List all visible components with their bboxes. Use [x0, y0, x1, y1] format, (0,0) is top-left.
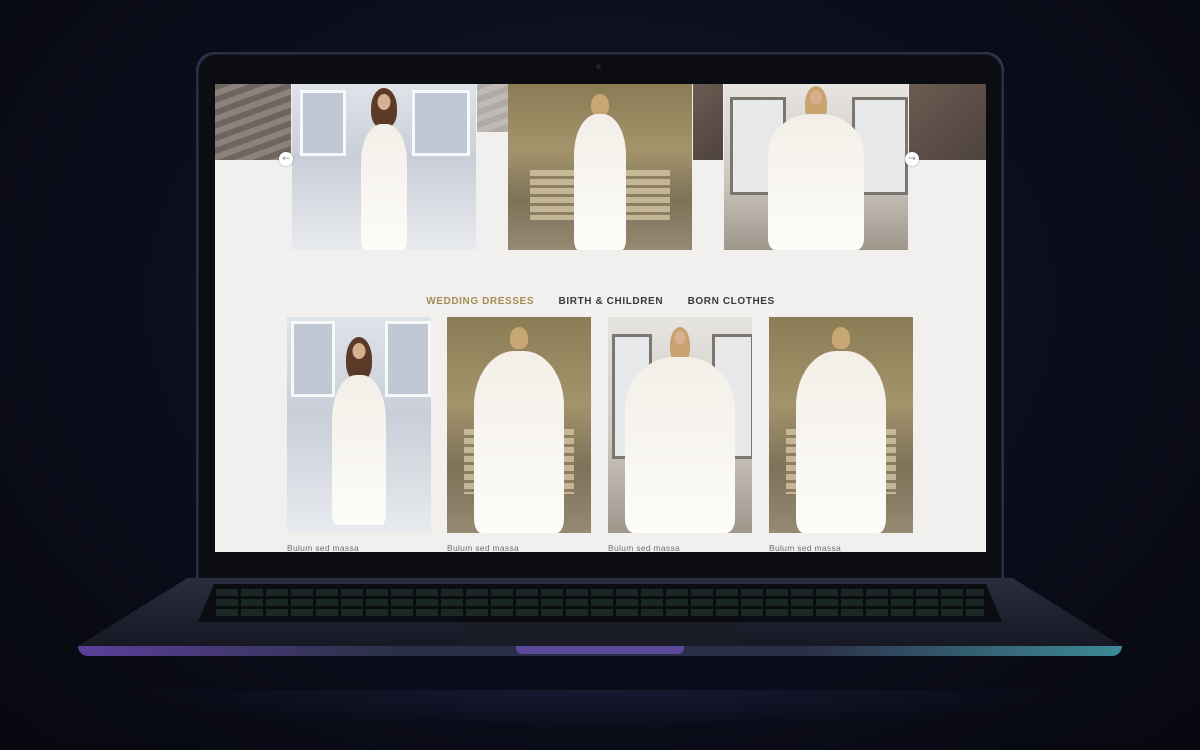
product-image-1[interactable]	[287, 317, 431, 533]
carousel-side-image-left	[215, 84, 291, 160]
product-caption-2[interactable]: Bulum sed massa	[447, 543, 519, 552]
product-caption-4[interactable]: Bulum sed massa	[769, 543, 841, 552]
product-caption-3[interactable]: Bulum sed massa	[608, 543, 680, 552]
product-image-4[interactable]	[769, 317, 913, 533]
trackpad	[463, 622, 737, 646]
webcam	[596, 64, 601, 69]
carousel-side-image-right	[909, 84, 986, 160]
product-image-2[interactable]	[447, 317, 591, 533]
category-tabs: WEDDING DRESSES BIRTH & CHILDREN BORN CL…	[215, 291, 986, 309]
laptop-notch	[516, 646, 684, 654]
carousel-photo-1[interactable]	[292, 84, 476, 250]
carousel-photo-3[interactable]	[724, 84, 908, 250]
carousel-next-arrow-icon[interactable]: →	[905, 152, 919, 166]
keyboard	[198, 584, 1002, 622]
tab-birth-children[interactable]: BIRTH & CHILDREN	[559, 296, 664, 307]
product-image-3[interactable]	[608, 317, 752, 533]
tab-born-clothes[interactable]: BORN CLOTHES	[688, 296, 775, 307]
carousel-photo-2[interactable]	[508, 84, 692, 250]
laptop-base	[78, 578, 1122, 670]
carousel-prev-arrow-icon[interactable]: ←	[279, 152, 293, 166]
carousel-gap-texture-2	[693, 84, 723, 160]
website-screen: ← → WEDDING DRESSES BIRTH & CHILDREN BOR…	[215, 84, 986, 552]
tab-wedding-dresses[interactable]: WEDDING DRESSES	[426, 296, 534, 307]
surface-reflection	[110, 690, 1090, 730]
carousel-gap-texture	[477, 84, 509, 132]
product-caption-1[interactable]: Bulum sed massa	[287, 543, 359, 552]
